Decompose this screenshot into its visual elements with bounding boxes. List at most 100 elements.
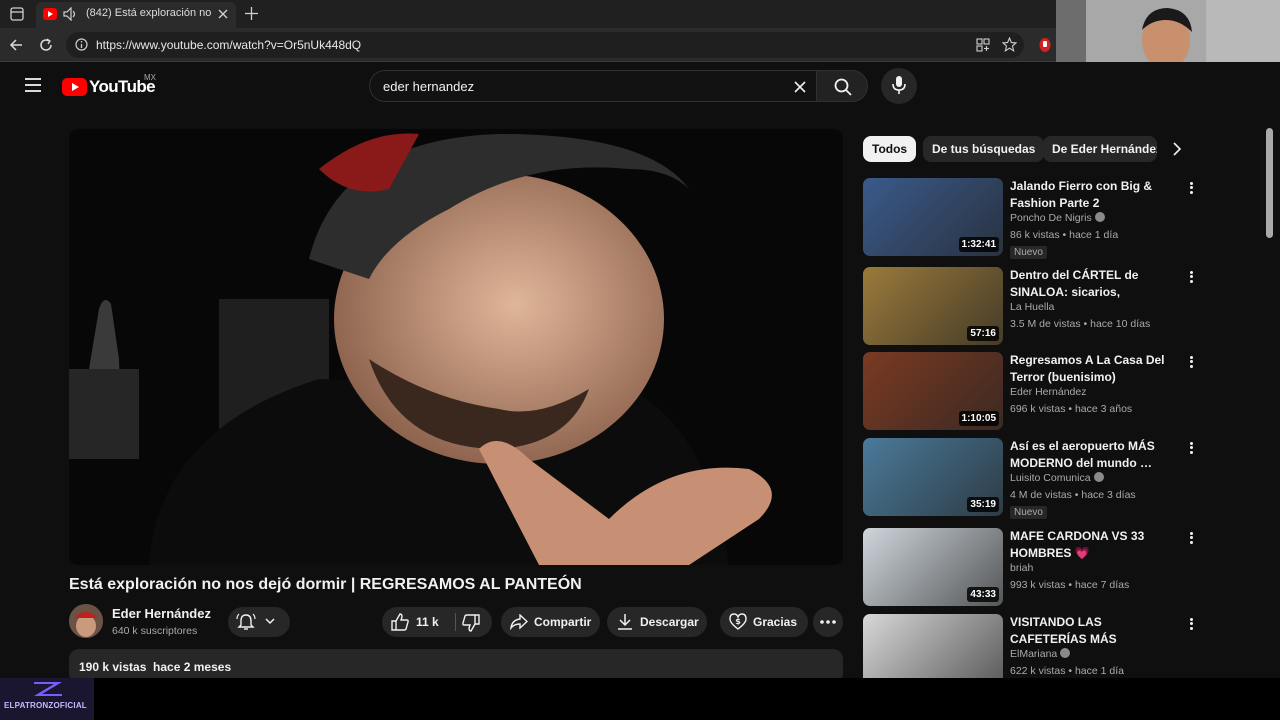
- recommendation-channel[interactable]: Luisito Comunica: [1010, 472, 1104, 484]
- recommendation-channel[interactable]: briah: [1010, 562, 1033, 574]
- download-label: Descargar: [640, 615, 699, 629]
- channel-text: Poncho De Nigris: [1010, 212, 1092, 224]
- more-horizontal-icon: [820, 620, 836, 624]
- youtube-logo[interactable]: YouTube MX: [62, 73, 162, 98]
- video-player[interactable]: [69, 129, 843, 565]
- stream-bottom-bar: ELPATRONZOFICIAL: [0, 678, 1280, 720]
- video-thumbnail[interactable]: 57:16: [863, 267, 1003, 345]
- video-thumbnail[interactable]: [863, 614, 1003, 678]
- watermark-text: ELPATRONZOFICIAL: [4, 701, 87, 710]
- recommendation-channel[interactable]: Eder Hernández: [1010, 386, 1086, 398]
- share-button[interactable]: Compartir: [501, 607, 600, 637]
- recommendation-meta: 696 k vistas • hace 3 años: [1010, 403, 1133, 415]
- recommendation-meta: 622 k vistas • hace 1 día: [1010, 665, 1124, 677]
- thanks-button[interactable]: $ Gracias: [720, 607, 808, 637]
- watermark-logo: ELPATRONZOFICIAL: [0, 678, 94, 720]
- chevron-right-icon[interactable]: [1171, 142, 1183, 156]
- video-title: Está exploración no nos dejó dormir | RE…: [69, 576, 582, 593]
- channel-avatar-image: [69, 604, 103, 638]
- page-scrollbar-thumb[interactable]: [1266, 128, 1273, 238]
- recommendation-item[interactable]: 1:10:05 Regresamos A La Casa Del Terror …: [863, 352, 1203, 432]
- heart-dollar-icon: $: [729, 613, 747, 630]
- tab-title: (842) Está exploración no nos dejó dormi…: [86, 7, 212, 19]
- site-info-icon[interactable]: [75, 38, 88, 51]
- recommendation-title[interactable]: Así es el aeropuerto MÁS MODERNO del mun…: [1010, 438, 1180, 472]
- views-and-date: 190 k vistas hace 2 meses: [79, 660, 232, 674]
- channel-text: Luisito Comunica: [1010, 472, 1091, 484]
- recommendation-item[interactable]: 43:33 MAFE CARDONA VS 33 HOMBRES 💗 briah…: [863, 528, 1203, 608]
- recommendation-title[interactable]: Regresamos A La Casa Del Terror (buenisi…: [1010, 352, 1180, 386]
- youtube-favicon-icon: [43, 8, 57, 20]
- recommendation-channel[interactable]: La Huella: [1010, 301, 1054, 313]
- search-query: eder hernandez: [383, 79, 475, 94]
- video-thumbnail[interactable]: 1:32:41: [863, 178, 1003, 256]
- subscription-bell-button[interactable]: [228, 607, 290, 637]
- more-vert-icon[interactable]: [1187, 530, 1195, 546]
- like-count: 11 k: [416, 615, 439, 629]
- verified-check-icon: [1093, 472, 1104, 482]
- recommendation-meta: 3.5 M de vistas • hace 10 días: [1010, 318, 1151, 330]
- menu-icon[interactable]: [25, 78, 41, 92]
- chip-de-tus-busquedas[interactable]: De tus búsquedas: [923, 136, 1045, 162]
- channel-name[interactable]: Eder Hernández: [112, 606, 211, 621]
- video-thumbnail[interactable]: 35:19: [863, 438, 1003, 516]
- new-badge: Nuevo: [1010, 246, 1047, 259]
- reload-icon[interactable]: [39, 38, 53, 52]
- like-button[interactable]: 11 k: [382, 607, 454, 637]
- share-label: Compartir: [534, 615, 592, 629]
- video-thumbnail[interactable]: 43:33: [863, 528, 1003, 606]
- thanks-label: Gracias: [753, 615, 798, 629]
- new-tab-icon[interactable]: [245, 7, 258, 20]
- thumbs-down-icon: [462, 614, 480, 632]
- speaker-icon[interactable]: [63, 7, 79, 21]
- recommendation-channel[interactable]: Poncho De Nigris: [1010, 212, 1105, 224]
- tab-close-icon[interactable]: [218, 9, 228, 19]
- chip-todos[interactable]: Todos: [863, 136, 917, 162]
- back-arrow-icon[interactable]: [9, 38, 23, 52]
- address-field[interactable]: https://www.youtube.com/watch?v=Or5nUk44…: [66, 32, 1024, 58]
- recommendation-title[interactable]: MAFE CARDONA VS 33 HOMBRES 💗: [1010, 528, 1180, 562]
- video-frame: [69, 129, 843, 565]
- more-vert-icon[interactable]: [1187, 616, 1195, 632]
- recommendation-title[interactable]: VISITANDO LAS CAFETERÍAS MÁS EXTRAÑAS DE…: [1010, 614, 1180, 648]
- verified-check-icon: [1060, 648, 1071, 658]
- search-button[interactable]: [816, 70, 868, 102]
- video-duration: 1:10:05: [958, 411, 999, 426]
- watermark-emblem-icon: [34, 682, 62, 696]
- search-input[interactable]: eder hernandez: [369, 70, 817, 102]
- more-vert-icon[interactable]: [1187, 440, 1195, 456]
- recommendation-item[interactable]: 35:19 Así es el aeropuerto MÁS MODERNO d…: [863, 438, 1203, 519]
- browser-tab[interactable]: (842) Está exploración no nos dejó dormi…: [36, 2, 236, 28]
- recommendation-meta: 86 k vistas • hace 1 día: [1010, 229, 1119, 241]
- subscriber-count: 640 k suscriptores: [112, 625, 198, 637]
- browser-address-bar: https://www.youtube.com/watch?v=Or5nUk44…: [0, 28, 1056, 62]
- extension-icon[interactable]: [1038, 37, 1052, 53]
- recommendation-channel[interactable]: ElMariana: [1010, 648, 1071, 660]
- more-actions-button[interactable]: [813, 607, 843, 637]
- more-vert-icon[interactable]: [1187, 269, 1195, 285]
- youtube-page: YouTube MX eder hernandez Está exploraci…: [0, 62, 1280, 683]
- more-vert-icon[interactable]: [1187, 180, 1195, 196]
- recommendation-meta: 4 M de vistas • hace 3 días: [1010, 489, 1136, 501]
- clear-search-icon[interactable]: [794, 81, 806, 93]
- more-vert-icon[interactable]: [1187, 354, 1195, 370]
- dislike-button[interactable]: [456, 607, 492, 637]
- recommendation-item[interactable]: VISITANDO LAS CAFETERÍAS MÁS EXTRAÑAS DE…: [863, 614, 1203, 678]
- recommendation-title[interactable]: Jalando Fierro con Big & Fashion Parte 2: [1010, 178, 1180, 212]
- chip-de-eder-hernandez[interactable]: De Eder Hernández: [1043, 136, 1157, 162]
- video-thumbnail[interactable]: 1:10:05: [863, 352, 1003, 430]
- tab-actions-icon[interactable]: [10, 7, 24, 21]
- favorite-star-icon[interactable]: [1002, 37, 1017, 52]
- recommendation-item[interactable]: 57:16 Dentro del CÁRTEL de SINALOA: sica…: [863, 267, 1203, 347]
- recommendation-title[interactable]: Dentro del CÁRTEL de SINALOA: sicarios, …: [1010, 267, 1180, 301]
- channel-avatar[interactable]: [69, 604, 103, 638]
- recommendation-item[interactable]: 1:32:41 Jalando Fierro con Big & Fashion…: [863, 178, 1203, 259]
- voice-search-button[interactable]: [881, 68, 917, 104]
- video-duration: 57:16: [967, 326, 999, 341]
- verified-check-icon: [1094, 212, 1105, 222]
- download-button[interactable]: Descargar: [607, 607, 707, 637]
- video-duration: 35:19: [967, 497, 999, 512]
- app-available-icon[interactable]: [976, 38, 990, 52]
- microphone-icon: [892, 76, 906, 94]
- video-duration: 1:32:41: [958, 237, 999, 252]
